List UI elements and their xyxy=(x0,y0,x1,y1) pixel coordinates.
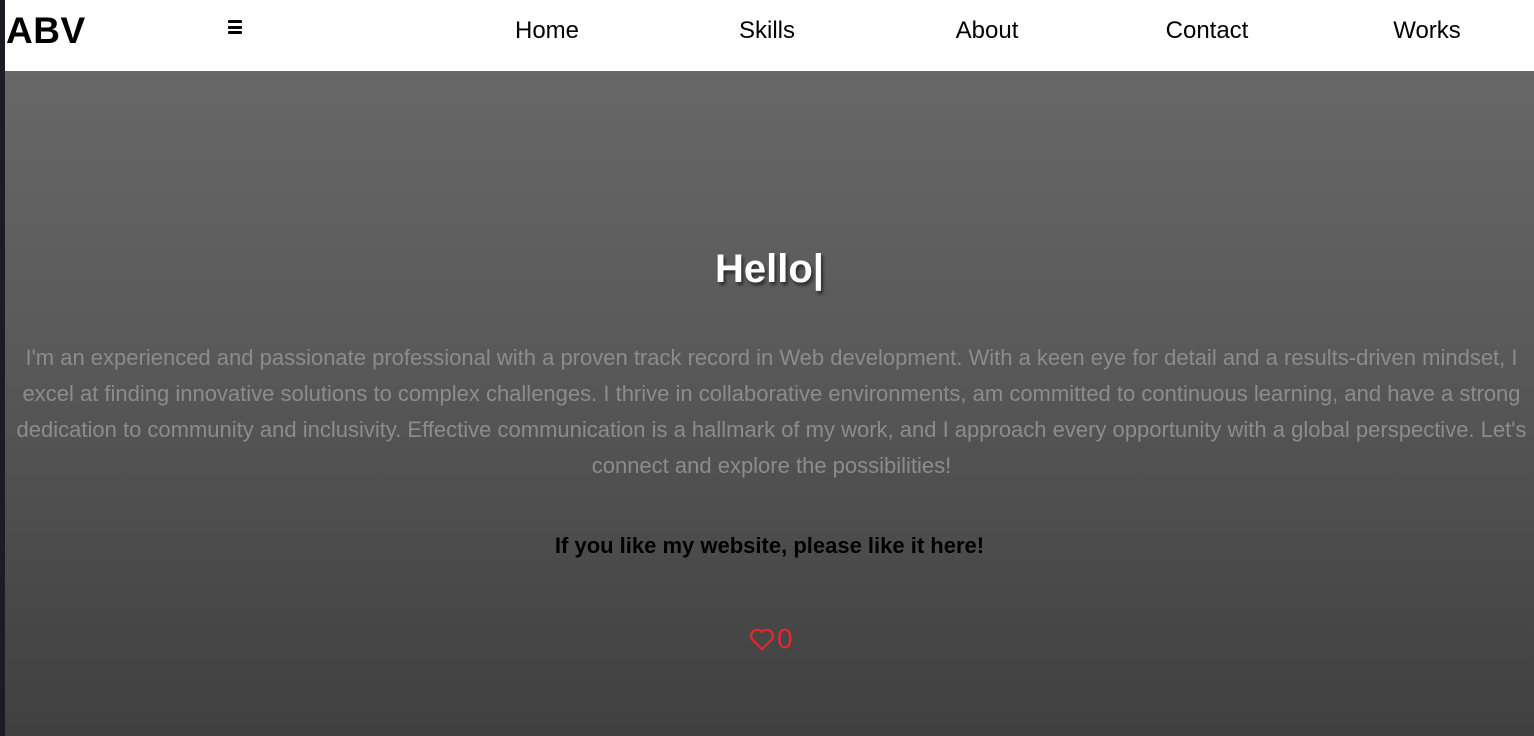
nav-link-about[interactable]: About xyxy=(956,16,1019,46)
like-prompt: If you like my website, please like it h… xyxy=(554,533,985,558)
main-nav: Home Skills About Contact Works xyxy=(5,0,1534,71)
nav-link-skills[interactable]: Skills xyxy=(739,16,795,46)
heart-outline-icon xyxy=(749,627,775,651)
like-button[interactable]: 0 xyxy=(749,623,793,655)
nav-link-works[interactable]: Works xyxy=(1393,16,1461,46)
hero-section: Hello| I'm an experienced and passionate… xyxy=(5,71,1534,736)
like-count: 0 xyxy=(777,623,793,654)
navbar: ABV Home Skills About Contact Works xyxy=(5,0,1534,71)
nav-link-contact[interactable]: Contact xyxy=(1166,16,1249,46)
nav-link-home[interactable]: Home xyxy=(515,16,579,46)
about-paragraph: I'm an experienced and passionate profes… xyxy=(16,345,1527,478)
window-edge xyxy=(0,0,5,736)
page: ABV Home Skills About Contact Works Hell… xyxy=(0,0,1534,736)
hero-greeting: Hello| xyxy=(715,247,824,291)
